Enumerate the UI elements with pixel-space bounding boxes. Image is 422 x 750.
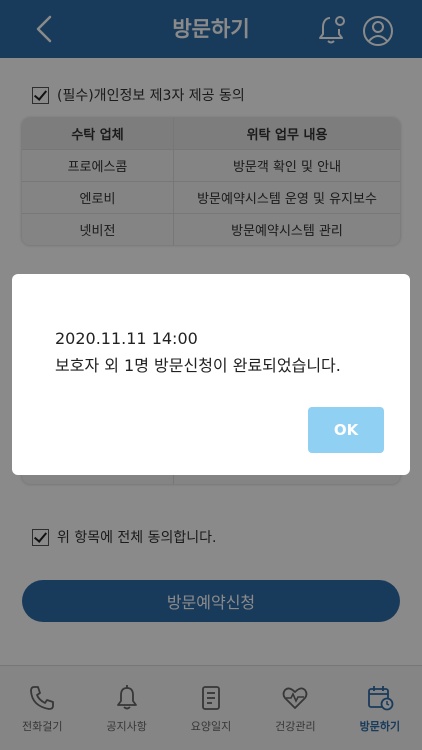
confirmation-dialog: 2020.11.11 14:00 보호자 외 1명 방문신청이 완료되었습니다.… xyxy=(12,274,410,475)
ok-button[interactable]: OK xyxy=(308,407,384,453)
modal-overlay[interactable]: 2020.11.11 14:00 보호자 외 1명 방문신청이 완료되었습니다.… xyxy=(0,0,422,750)
dialog-datetime: 2020.11.11 14:00 xyxy=(55,329,198,348)
dialog-message: 보호자 외 1명 방문신청이 완료되었습니다. xyxy=(55,356,341,375)
